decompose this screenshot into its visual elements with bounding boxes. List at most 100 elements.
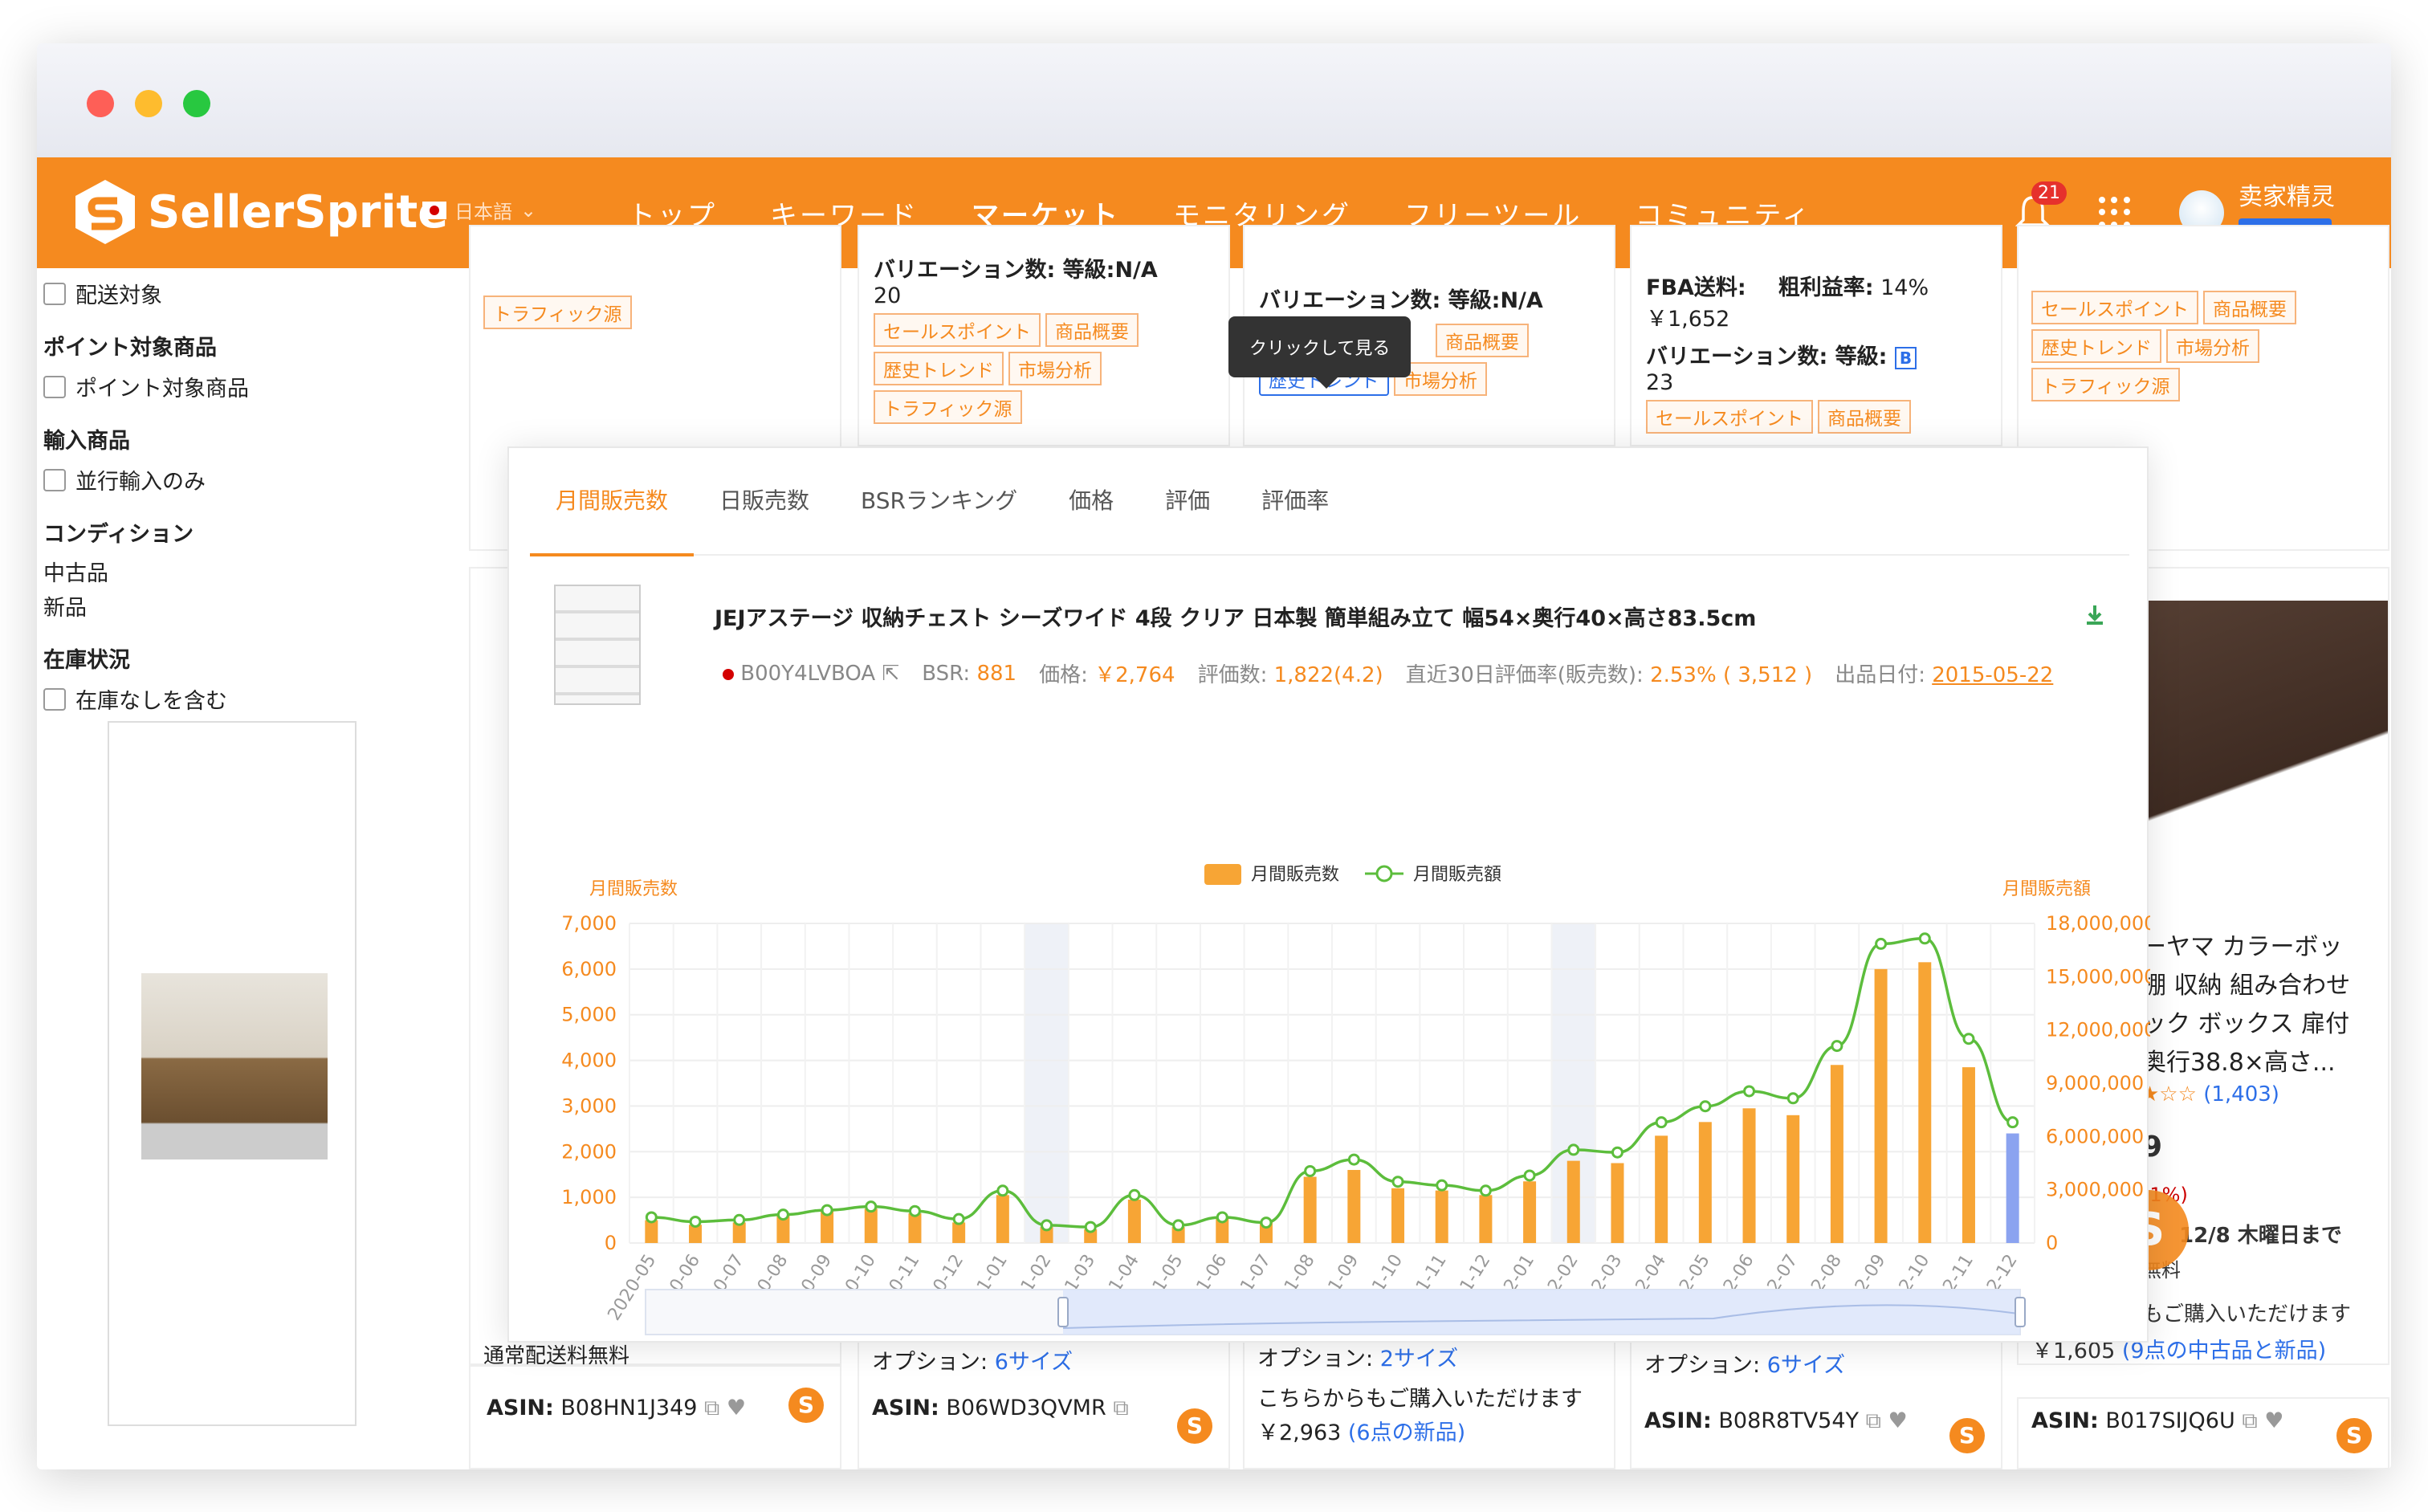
tag-market[interactable]: 市場分析 bbox=[1008, 352, 1102, 385]
product-card-2: バリエーション数: 等級:N/A 20 セールスポイント 商品概要 歴史トレンド市… bbox=[858, 225, 1230, 446]
checkbox[interactable] bbox=[43, 375, 66, 398]
tab-daily-sales[interactable]: 日販売数 bbox=[694, 447, 835, 555]
offers-link[interactable]: (9点の中古品と新品) bbox=[2122, 1339, 2326, 1363]
bar-2022-03 bbox=[1611, 1163, 1624, 1243]
copy-icon[interactable]: ⧉ bbox=[2242, 1408, 2257, 1433]
tab-bsr-ranking[interactable]: BSRランキング bbox=[835, 447, 1043, 555]
filter-heading-stock: 在庫状況 bbox=[43, 648, 130, 673]
option-link[interactable]: 6サイズ bbox=[995, 1350, 1073, 1375]
option-link[interactable]: 6サイズ bbox=[1767, 1353, 1845, 1378]
filter-points[interactable]: ポイント対象商品 bbox=[43, 371, 429, 402]
tab-price[interactable]: 価格 bbox=[1043, 447, 1139, 555]
language-selector[interactable]: 日本語 ⌄ bbox=[422, 196, 536, 224]
sellersprite-badge-icon[interactable]: S bbox=[788, 1388, 824, 1423]
reviews-label: 評価数: bbox=[1197, 663, 1268, 687]
tab-rating[interactable]: 評価 bbox=[1139, 447, 1236, 555]
tag-history[interactable]: 歴史トレンド bbox=[874, 352, 1004, 385]
minimize-window-dot[interactable] bbox=[135, 90, 162, 117]
line-point-2020-08 bbox=[776, 1208, 789, 1221]
maximize-window-dot[interactable] bbox=[183, 90, 210, 117]
asin-value[interactable]: B08HN1J349 bbox=[560, 1396, 697, 1420]
line-point-2020-09 bbox=[821, 1204, 833, 1217]
tag-overview[interactable]: 商品概要 bbox=[2203, 291, 2296, 324]
history-trend-popup: 月間販売数 日販売数 BSRランキング 価格 評価 評価率 JEJアステージ 収… bbox=[507, 446, 2156, 1343]
purchase-text: こちらからもご購入いただけます bbox=[1257, 1387, 1583, 1412]
tooltip: クリックして見る bbox=[1228, 316, 1412, 389]
tag-market[interactable]: 市場分析 bbox=[2166, 329, 2259, 363]
option-label: オプション: bbox=[872, 1350, 988, 1375]
sidebar-ad[interactable] bbox=[108, 721, 356, 1426]
sellersprite-badge-icon[interactable]: S bbox=[1177, 1408, 1212, 1444]
apps-grid-icon[interactable] bbox=[2099, 197, 2131, 229]
tab-monthly-sales[interactable]: 月間販売数 bbox=[530, 447, 695, 556]
tag-sales-point[interactable]: セールスポイント bbox=[874, 313, 1041, 347]
filter-label: 並行輸入のみ bbox=[75, 470, 206, 495]
range-slider-handle-right[interactable] bbox=[2015, 1297, 2026, 1327]
condition-new[interactable]: 新品 bbox=[43, 590, 429, 622]
y-tick-right: 12,000,000 bbox=[2046, 1019, 2150, 1041]
sellersprite-badge-icon[interactable]: S bbox=[1949, 1418, 1985, 1453]
filter-stock[interactable]: 在庫なしを含む bbox=[43, 683, 429, 715]
tag-overview[interactable]: 商品概要 bbox=[1045, 313, 1139, 347]
option-label: オプション: bbox=[1644, 1353, 1761, 1378]
bsr-value: 881 bbox=[976, 661, 1017, 686]
asin-value[interactable]: B06WD3QVMR bbox=[946, 1396, 1106, 1420]
copy-icon[interactable]: ⧉ bbox=[704, 1396, 719, 1420]
asin-label: ASIN: bbox=[872, 1396, 939, 1420]
tag-traffic[interactable]: トラフィック源 bbox=[874, 390, 1022, 424]
bed-product-image bbox=[141, 973, 328, 1159]
line-point-2022-02 bbox=[1567, 1143, 1580, 1156]
y-tick-left: 5,000 bbox=[561, 1004, 617, 1026]
filter-heading-points: ポイント対象商品 bbox=[43, 336, 217, 361]
copy-icon[interactable]: ⧉ bbox=[1113, 1396, 1128, 1420]
asin-value[interactable]: B017SIJQ6U bbox=[2105, 1408, 2234, 1433]
bar-2022-04 bbox=[1655, 1135, 1668, 1243]
heart-icon[interactable]: ♥ bbox=[2264, 1408, 2283, 1433]
line-point-2021-03 bbox=[1084, 1221, 1097, 1233]
status-dot-icon bbox=[723, 668, 734, 680]
tag-traffic[interactable]: トラフィック源 bbox=[2031, 368, 2180, 401]
bar-2020-12 bbox=[952, 1222, 966, 1243]
asin-label: ASIN: bbox=[487, 1396, 554, 1420]
bar-2022-09 bbox=[1874, 968, 1888, 1243]
y-tick-left: 0 bbox=[605, 1232, 617, 1254]
asin-value[interactable]: B00Y4LVBOA bbox=[740, 662, 875, 686]
heart-icon[interactable]: ♥ bbox=[1888, 1408, 1908, 1433]
checkbox[interactable] bbox=[43, 468, 66, 491]
offers-link[interactable]: (6点の新品) bbox=[1348, 1420, 1465, 1445]
tag-sales-point[interactable]: セールスポイント bbox=[2031, 291, 2198, 324]
product-title[interactable]: JEJアステージ 収納チェスト シーズワイド 4段 クリア 日本製 簡単組み立て… bbox=[715, 601, 1756, 632]
sellersprite-badge-icon[interactable]: S bbox=[2336, 1418, 2372, 1453]
bar-2021-10 bbox=[1391, 1188, 1405, 1243]
japan-flag-icon bbox=[422, 201, 446, 219]
review-count-link[interactable]: (1,403) bbox=[2203, 1082, 2279, 1106]
checkbox[interactable] bbox=[43, 282, 66, 305]
product-thumbnail bbox=[554, 585, 641, 705]
external-link-icon[interactable]: ⇱ bbox=[882, 662, 899, 686]
range-slider-handle-left[interactable] bbox=[1057, 1297, 1069, 1327]
line-point-2022-01 bbox=[1523, 1169, 1536, 1182]
filter-import[interactable]: 並行輸入のみ bbox=[43, 464, 429, 495]
download-icon[interactable] bbox=[2084, 604, 2105, 628]
filter-shipping[interactable]: 配送対象 bbox=[43, 278, 429, 309]
tab-rating-rate[interactable]: 評価率 bbox=[1236, 447, 1355, 555]
option-link[interactable]: 2サイズ bbox=[1380, 1347, 1458, 1371]
condition-used[interactable]: 中古品 bbox=[43, 556, 429, 587]
copy-icon[interactable]: ⧉ bbox=[1866, 1408, 1881, 1433]
tag-history[interactable]: 歴史トレンド bbox=[2031, 329, 2161, 363]
product-title[interactable]: ーヤマ カラーボッ 棚 収納 組み合わせ ック ボックス 扉付 奥行38.8×高… bbox=[2142, 928, 2350, 1082]
variation-label: バリエーション数: 等級:N/A bbox=[874, 258, 1158, 283]
checkbox[interactable] bbox=[43, 687, 66, 711]
y-axis-left-title: 月間販売数 bbox=[589, 879, 678, 899]
heart-icon[interactable]: ♥ bbox=[727, 1396, 746, 1420]
close-window-dot[interactable] bbox=[87, 90, 114, 117]
logo-text: SellerSprite bbox=[148, 185, 449, 238]
notification-count-badge: 21 bbox=[2031, 181, 2067, 205]
date-value[interactable]: 2015-05-22 bbox=[1932, 663, 2053, 687]
tag-traffic[interactable]: トラフィック源 bbox=[483, 295, 632, 329]
tag-sales-point[interactable]: セールスポイント bbox=[1646, 400, 1813, 434]
filter-label: ポイント対象商品 bbox=[75, 377, 249, 401]
tag-overview[interactable]: 商品概要 bbox=[1818, 400, 1911, 434]
asin-value[interactable]: B08R8TV54Y bbox=[1718, 1408, 1859, 1433]
tag-overview[interactable]: 商品概要 bbox=[1436, 324, 1529, 357]
